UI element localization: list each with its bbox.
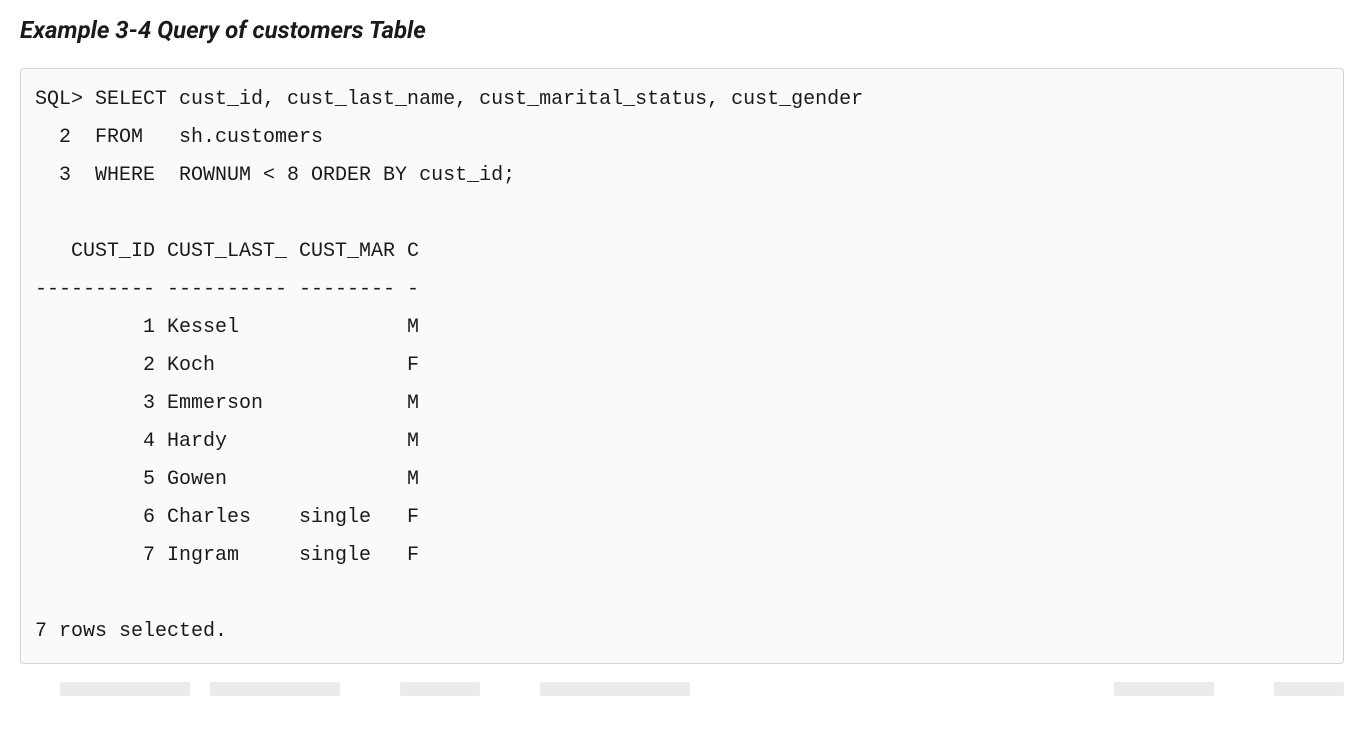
code-row-7: 7 Ingram single F (35, 544, 419, 567)
placeholder-block-1 (60, 682, 190, 696)
placeholder-row (20, 682, 1344, 696)
code-line-2: 2 FROM sh.customers (35, 126, 323, 149)
placeholder-block-3 (400, 682, 480, 696)
code-row-2: 2 Koch F (35, 354, 419, 377)
code-line-3: 3 WHERE ROWNUM < 8 ORDER BY cust_id; (35, 164, 515, 187)
placeholder-block-2 (210, 682, 340, 696)
example-title: Example 3-4 Query of customers Table (20, 16, 1344, 44)
placeholder-block-6 (1274, 682, 1344, 696)
code-row-4: 4 Hardy M (35, 430, 419, 453)
code-row-1: 1 Kessel M (35, 316, 419, 339)
code-pre: SQL> SELECT cust_id, cust_last_name, cus… (35, 81, 1329, 651)
code-block: SQL> SELECT cust_id, cust_last_name, cus… (20, 68, 1344, 664)
code-header: CUST_ID CUST_LAST_ CUST_MAR C (35, 240, 419, 263)
code-row-6: 6 Charles single F (35, 506, 419, 529)
code-row-5: 5 Gowen M (35, 468, 419, 491)
placeholder-block-4 (540, 682, 690, 696)
code-footer: 7 rows selected. (35, 620, 227, 643)
code-row-3: 3 Emmerson M (35, 392, 419, 415)
code-line-1: SQL> SELECT cust_id, cust_last_name, cus… (35, 88, 863, 111)
placeholder-block-5 (1114, 682, 1214, 696)
code-divider: ---------- ---------- -------- - (35, 278, 419, 301)
